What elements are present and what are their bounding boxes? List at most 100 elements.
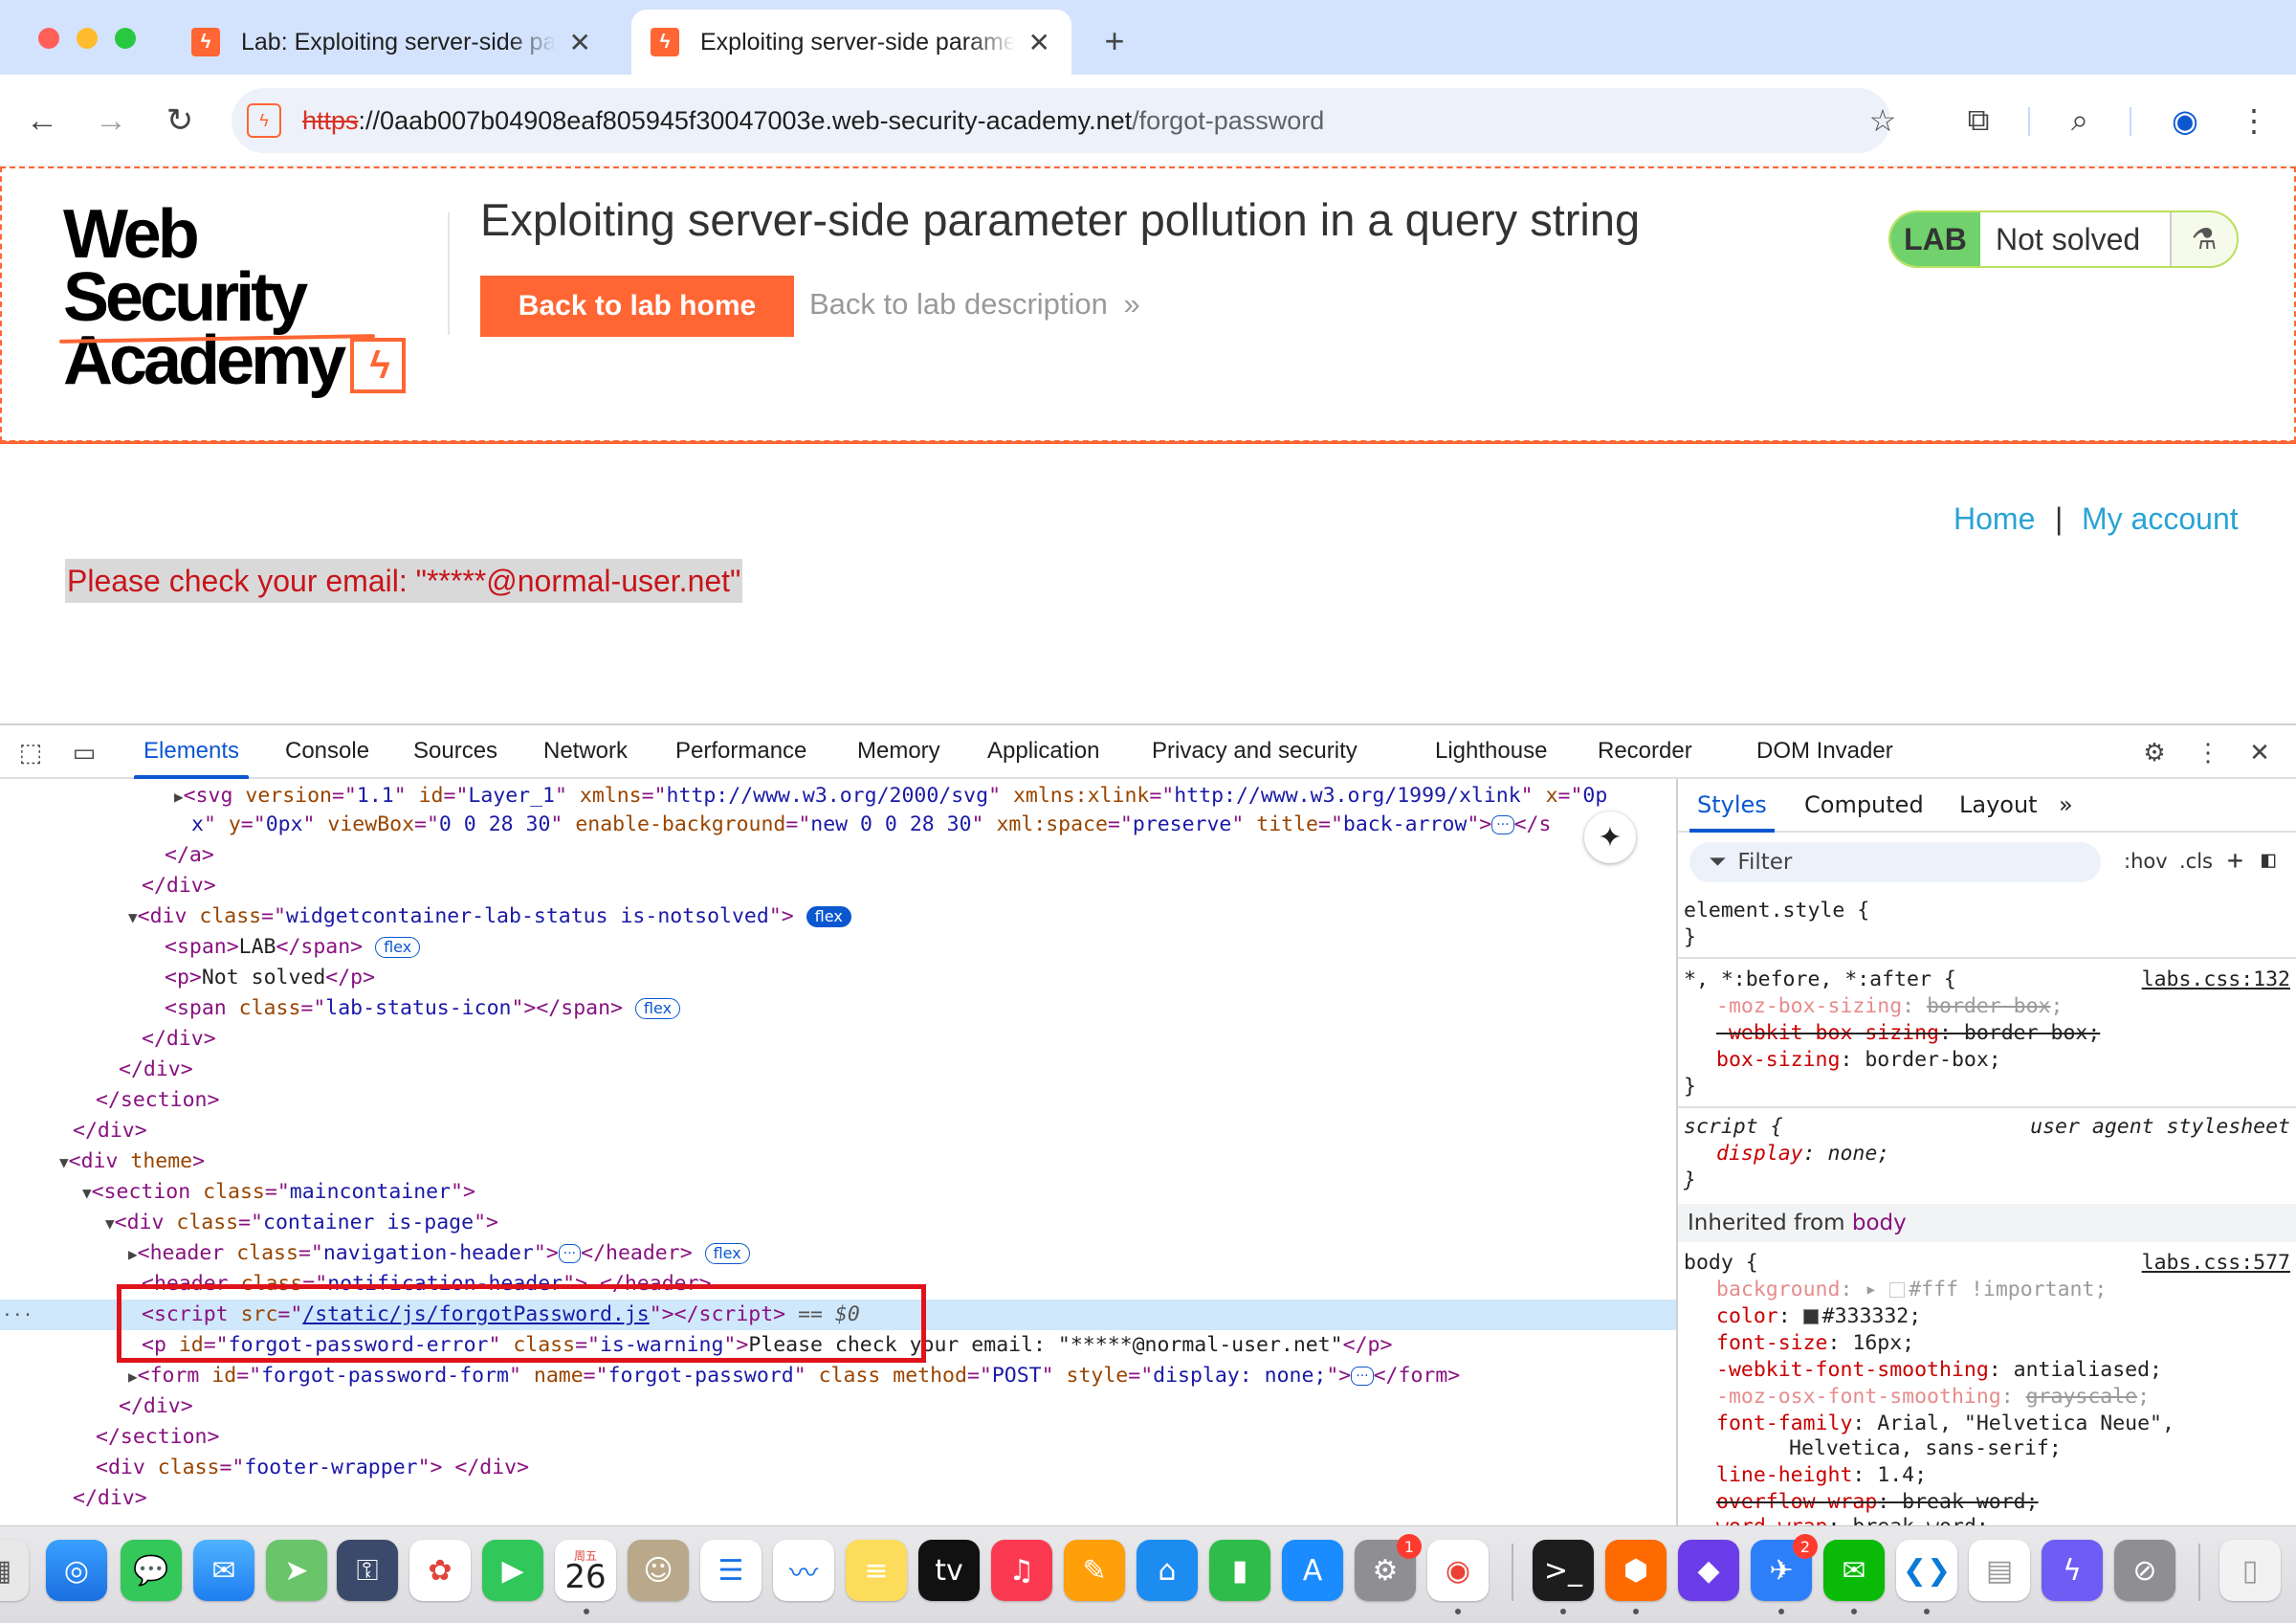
dom-node[interactable]: </div> (0, 1483, 1676, 1514)
browser-tab[interactable]: ϟ Lab: Exploiting server-side pa ✕ (172, 10, 612, 75)
dom-node[interactable]: </div> (0, 1116, 1676, 1146)
devtools-tab-network[interactable]: Network (543, 725, 628, 777)
devtools-tab-performance[interactable]: Performance (675, 725, 806, 777)
app-store-icon[interactable]: A (1282, 1540, 1343, 1601)
web-security-academy-logo[interactable]: Web Security Academy ϟ (58, 200, 446, 395)
keynote-icon[interactable]: ⌂ (1137, 1540, 1198, 1601)
dom-node[interactable]: ▼<div class="container is-page"> (0, 1208, 1676, 1238)
system-settings-icon[interactable]: ⚙ 1 (1355, 1534, 1422, 1601)
accessibility-icon[interactable]: ✦ (1584, 812, 1636, 863)
dom-node[interactable]: </div> (0, 1055, 1676, 1085)
color-swatch-white[interactable] (1889, 1282, 1906, 1298)
style-decl-background[interactable]: background: ▸ #fff !important; (1678, 1277, 2296, 1303)
browser-tab-active[interactable]: ϟ Exploiting server-side parame ✕ (631, 10, 1071, 75)
source-link-labs-css-577[interactable]: labs.css:577 (2142, 1250, 2290, 1277)
launchpad-icon[interactable]: ▦ (0, 1540, 29, 1601)
burp-suite-icon[interactable]: ⬢ (1605, 1540, 1667, 1601)
dom-node[interactable]: <p>Not solved</p> (0, 963, 1676, 993)
close-tab-icon[interactable]: ✕ (569, 27, 591, 58)
style-decl-moz-box-sizing[interactable]: -moz-box-sizing: border-box; (1678, 993, 2296, 1020)
mail-icon[interactable]: ✉ (193, 1540, 254, 1601)
feishu-icon[interactable]: ✈ 2 (1751, 1534, 1818, 1601)
bolt-app-icon[interactable]: ϟ (2042, 1540, 2103, 1601)
terminal-icon[interactable]: >_ (1533, 1540, 1594, 1601)
styles-tab-layout[interactable]: Layout (1959, 779, 2038, 831)
devtools-tab-recorder[interactable]: Recorder (1598, 725, 1692, 777)
device-toolbar-icon[interactable]: ▭ (67, 735, 101, 769)
wechat-icon[interactable]: ✉ (1823, 1540, 1885, 1601)
contacts-icon[interactable]: ☺ (628, 1540, 689, 1601)
nav-home-link[interactable]: Home (1954, 501, 2035, 537)
source-link-labs-css-132[interactable]: labs.css:132 (2142, 967, 2290, 993)
toggle-sidebar-icon[interactable]: ◧ (2262, 846, 2275, 873)
dom-node[interactable]: ▼<div theme> (0, 1146, 1676, 1177)
minimize-window-button[interactable] (77, 28, 98, 49)
vscode-icon[interactable]: ❮❯ (1896, 1540, 1957, 1601)
not-secure-site-icon[interactable]: ϟ (247, 103, 281, 138)
apple-tv-icon[interactable]: tv (918, 1540, 980, 1601)
dom-tree[interactable]: ▶<svg version="1.1" id="Layer_1" xmlns="… (0, 779, 1676, 1527)
search-tabs-icon[interactable]: ⌕ (2057, 98, 2103, 144)
dom-node[interactable]: </div> (0, 1024, 1676, 1055)
calendar-icon[interactable]: 周五 26 (555, 1540, 616, 1601)
styles-tab-styles[interactable]: Styles (1689, 779, 1775, 833)
downloads-stack-icon[interactable]: ▯ (2219, 1540, 2281, 1601)
style-decl-moz-osx-font-smoothing[interactable]: -moz-osx-font-smoothing: grayscale; (1678, 1384, 2296, 1411)
dom-node[interactable]: <span>LAB</span> flex (0, 932, 1676, 963)
dom-node[interactable]: </a> (0, 840, 1676, 871)
style-rule-element[interactable]: element.style { (1678, 898, 2296, 924)
nav-my-account-link[interactable]: My account (2082, 501, 2239, 537)
close-devtools-icon[interactable]: ✕ (2242, 735, 2277, 769)
devtools-tab-lighthouse[interactable]: Lighthouse (1435, 725, 1547, 777)
back-arrow-icon[interactable]: ← (19, 98, 65, 144)
photos-icon[interactable]: ✿ (409, 1540, 471, 1601)
inherited-from-element[interactable]: body (1852, 1211, 1907, 1235)
keychain-icon[interactable]: ⚿ (337, 1540, 398, 1601)
style-decl-webkit-font-smoothing[interactable]: -webkit-font-smoothing: antialiased; (1678, 1357, 2296, 1384)
profile-avatar-icon[interactable]: ◉ (2162, 98, 2208, 144)
dom-node[interactable]: ▶<header class="navigation-header"> ··· </… (0, 1238, 1676, 1269)
new-rule-plus-icon[interactable]: + (2227, 844, 2243, 876)
style-decl-webkit-box-sizing[interactable]: -webkit-box-sizing: border-box; (1678, 1020, 2296, 1047)
style-decl-overflow-wrap[interactable]: overflow-wrap: break-word; (1678, 1489, 2296, 1516)
close-tab-icon[interactable]: ✕ (1028, 27, 1050, 58)
dom-node[interactable]: ▼<section class="maincontainer"> (0, 1177, 1676, 1208)
dom-node[interactable]: ▼<div class="widgetcontainer-lab-status … (0, 901, 1676, 932)
dom-node[interactable]: </section> (0, 1422, 1676, 1453)
notes-icon[interactable]: ≡ (846, 1540, 907, 1601)
maximize-window-button[interactable] (115, 28, 136, 49)
more-tabs-chevron-icon[interactable]: » (2059, 779, 2073, 831)
style-decl-box-sizing[interactable]: box-sizing: border-box; (1678, 1047, 2296, 1074)
devtools-tab-memory[interactable]: Memory (857, 725, 940, 777)
bookmark-star-icon[interactable]: ☆ (1860, 98, 1906, 144)
color-swatch-dark[interactable] (1802, 1309, 1819, 1324)
settings-gear-icon[interactable]: ⚙ (2137, 735, 2172, 769)
devtools-tab-dom-invader[interactable]: DOM Invader (1756, 725, 1893, 777)
extensions-puzzle-icon[interactable]: ⧉ (1955, 98, 2001, 144)
menu-kebab-icon[interactable]: ⋮ (2231, 98, 2277, 144)
style-rule-script[interactable]: script {user agent stylesheet (1678, 1114, 2296, 1141)
address-bar[interactable]: ϟ https://0aab007b04908eaf805945f3004700… (232, 88, 1890, 153)
inspect-element-icon[interactable]: ⬚ (13, 735, 48, 769)
messages-icon[interactable]: 💬 (121, 1540, 182, 1601)
styles-filter-input[interactable]: ⏷ Filter (1689, 842, 2101, 882)
disk-utility-icon[interactable]: ⊘ (2114, 1540, 2175, 1601)
dom-node[interactable]: ▶<form id="forgot-password-form" name="f… (0, 1361, 1676, 1391)
devtools-tab-application[interactable]: Application (987, 725, 1099, 777)
devtools-menu-icon[interactable]: ⋮ (2191, 735, 2225, 769)
spreadsheet-icon[interactable]: ▤ (1969, 1540, 2030, 1601)
shortcuts-icon[interactable]: ◆ (1678, 1540, 1739, 1601)
dom-node[interactable]: </div> (0, 871, 1676, 901)
styles-tab-computed[interactable]: Computed (1804, 779, 1924, 831)
cls-toggle[interactable]: .cls (2179, 850, 2213, 873)
new-tab-button[interactable]: + (1091, 17, 1138, 65)
forward-arrow-icon[interactable]: → (88, 98, 134, 144)
dom-node[interactable]: <div class="footer-wrapper"> </div> (0, 1453, 1676, 1483)
devtools-tab-sources[interactable]: Sources (413, 725, 497, 777)
style-decl-font-family[interactable]: font-family: Arial, "Helvetica Neue", (1678, 1411, 2296, 1437)
style-rule-universal[interactable]: *, *:before, *:after {labs.css:132 (1678, 967, 2296, 993)
style-rule-body[interactable]: body {labs.css:577 (1678, 1250, 2296, 1277)
close-window-button[interactable] (38, 28, 59, 49)
reload-icon[interactable]: ↻ (157, 98, 203, 144)
more-options-dots-icon[interactable]: ··· (2, 1305, 33, 1325)
